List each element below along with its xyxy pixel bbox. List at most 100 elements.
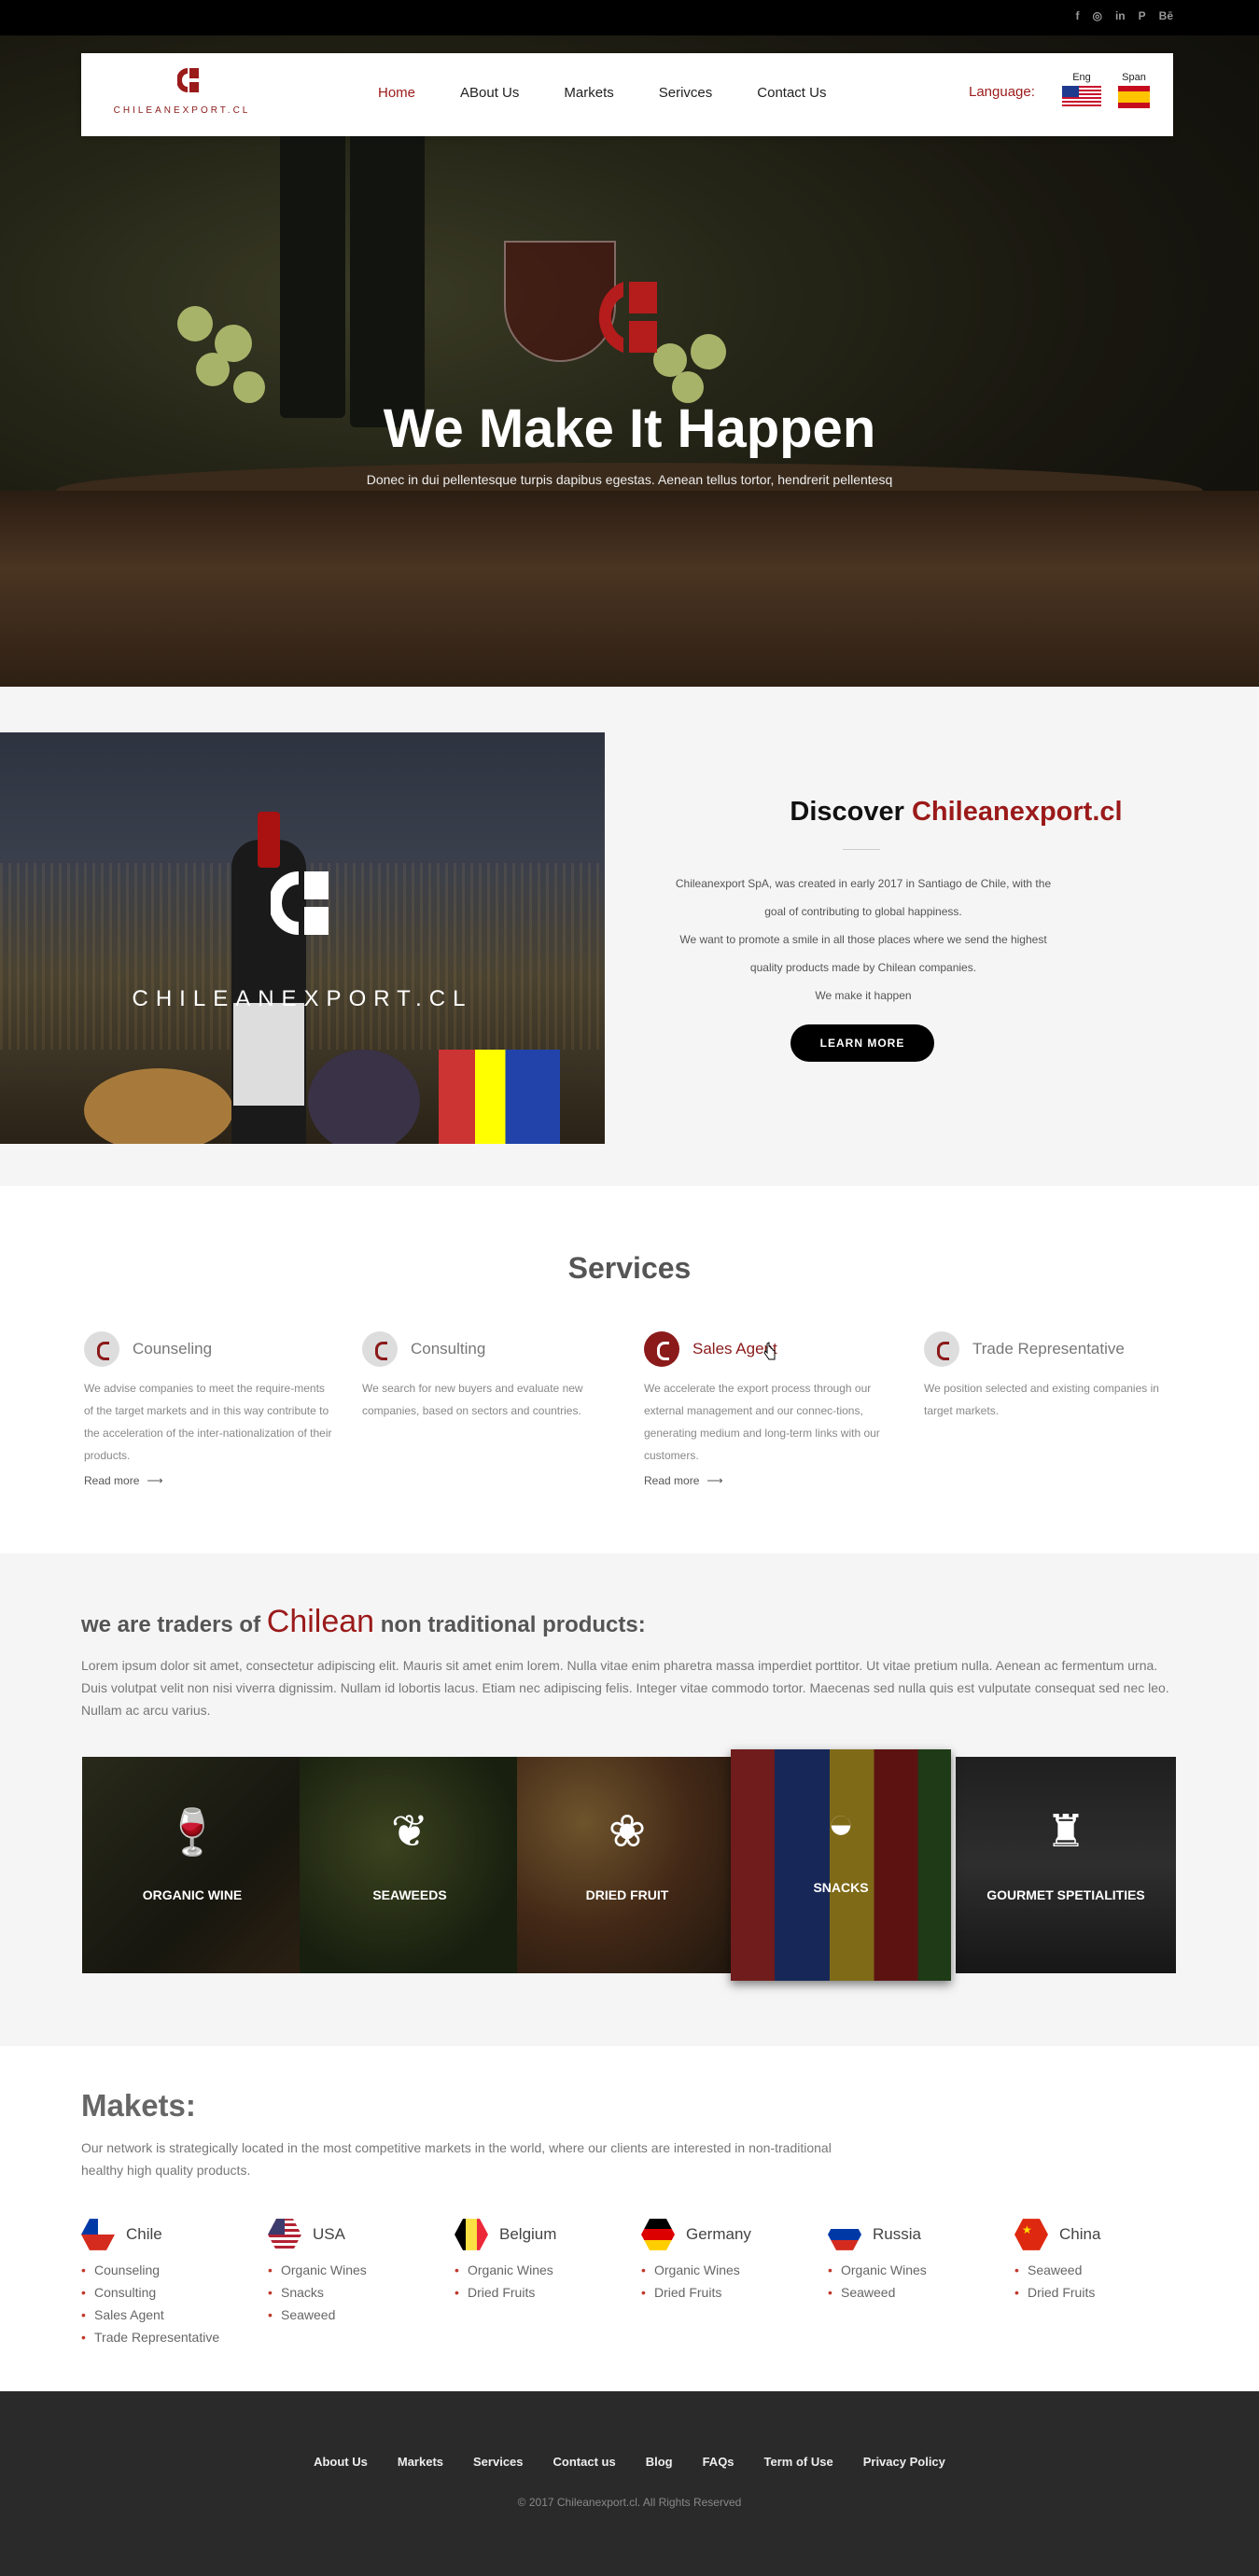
discover-title: Discover Chileanexport.cl xyxy=(653,797,1259,828)
read-more-link[interactable]: Read more ⟶ xyxy=(84,1474,336,1487)
market-item: Counseling xyxy=(81,2259,259,2281)
spain-flag-icon xyxy=(1118,86,1150,108)
hero-title: We Make It Happen xyxy=(383,398,876,459)
product-tile-gourmet[interactable]: ♜ GOURMET SPETIALITIES xyxy=(956,1757,1176,1973)
facebook-icon[interactable]: f xyxy=(1075,9,1079,22)
language-spanish-label: Span xyxy=(1122,72,1146,83)
site-logo[interactable]: CHILEANEXPORT.CL xyxy=(98,66,266,122)
service-description: We advise companies to meet the require-… xyxy=(84,1382,332,1462)
wine-icon: 🍷 xyxy=(164,1808,220,1858)
discover-line: quality products made by Chilean compani… xyxy=(749,961,977,974)
service-logo-icon xyxy=(924,1331,959,1367)
pinterest-icon[interactable]: P xyxy=(1139,9,1146,22)
market-chile: Chile Counseling Consulting Sales Agent … xyxy=(81,2216,259,2348)
nav-item-markets[interactable]: Markets xyxy=(564,85,613,101)
footer-link-about[interactable]: About Us xyxy=(314,2455,368,2469)
service-logo-icon xyxy=(644,1331,679,1367)
barrel-image xyxy=(0,491,1259,687)
footer-link-markets[interactable]: Markets xyxy=(398,2455,443,2469)
market-item: Dried Fruits xyxy=(1014,2281,1192,2304)
learn-more-button[interactable]: LEARN MORE xyxy=(790,1024,934,1062)
market-belgium: Belgium Organic Wines Dried Fruits xyxy=(455,2216,632,2304)
nav-item-services[interactable]: Serivces xyxy=(659,85,713,101)
linkedin-icon[interactable]: in xyxy=(1115,9,1126,22)
social-links: f ◎ in P Bē xyxy=(1075,9,1173,22)
footer-link-privacy[interactable]: Privacy Policy xyxy=(863,2455,945,2469)
service-description: We search for new buyers and evaluate ne… xyxy=(362,1382,583,1417)
services-title: Services xyxy=(567,1251,692,1285)
discover-line: goal of contributing to global happiness… xyxy=(764,905,962,918)
nav-item-contact[interactable]: Contact Us xyxy=(757,85,826,101)
belgium-flag-icon xyxy=(455,2219,488,2250)
service-consulting: Consulting We search for new buyers and … xyxy=(362,1330,614,1422)
market-item: Trade Representative xyxy=(81,2326,259,2348)
hero-subtitle: Donec in dui pellentesque turpis dapibus… xyxy=(366,472,893,487)
products-title: we are traders of Chilean non traditiona… xyxy=(81,1604,646,1640)
market-item: Seaweed xyxy=(1014,2259,1192,2281)
discover-title-prefix: Discover xyxy=(790,797,904,827)
market-item: Organic Wines xyxy=(828,2259,1005,2281)
service-description: We accelerate the export process through… xyxy=(644,1382,880,1462)
market-item: Sales Agent xyxy=(81,2304,259,2326)
service-counseling: Counseling We advise companies to meet t… xyxy=(84,1330,336,1487)
behance-icon[interactable]: Bē xyxy=(1159,9,1173,22)
top-bar: f ◎ in P Bē xyxy=(0,0,1259,35)
market-russia: Russia Organic Wines Seaweed xyxy=(828,2216,1005,2304)
market-item: Organic Wines xyxy=(641,2259,818,2281)
service-name[interactable]: Counseling xyxy=(133,1340,212,1358)
gourmet-bucket-icon: ♜ xyxy=(1045,1807,1086,1857)
products-section: we are traders of Chilean non traditiona… xyxy=(0,1553,1259,2046)
market-item: Dried Fruits xyxy=(641,2281,818,2304)
service-logo-icon xyxy=(84,1331,119,1367)
product-tile-snacks[interactable]: ◒ SNACKS xyxy=(731,1749,951,1981)
discover-brand-text: CHILEANEXPORT.CL xyxy=(132,986,473,1011)
market-item: Consulting xyxy=(81,2281,259,2304)
product-tile-seaweeds[interactable]: ❦ SEAWEEDS xyxy=(300,1757,520,1973)
dried-fruit-image xyxy=(84,1068,233,1144)
language-english-label: Eng xyxy=(1072,72,1091,83)
market-usa: USA Organic Wines Snacks Seaweed xyxy=(268,2216,445,2326)
footer-link-contact[interactable]: Contact us xyxy=(553,2455,616,2469)
logo-mark-icon xyxy=(598,282,657,353)
product-tile-dried-fruit[interactable]: ❀ DRIED FRUIT xyxy=(517,1757,737,1973)
germany-flag-icon xyxy=(641,2219,675,2250)
logo-mark-icon xyxy=(177,68,199,92)
product-tile-organic-wine[interactable]: 🍷 ORGANIC WINE xyxy=(82,1757,302,1973)
product-label: GOURMET SPETIALITIES xyxy=(986,1887,1145,1902)
chile-flag-icon xyxy=(81,2219,115,2250)
language-english[interactable]: Eng xyxy=(1061,72,1102,113)
footer-link-services[interactable]: Services xyxy=(473,2455,524,2469)
read-more-link[interactable]: Read more ⟶ xyxy=(644,1474,896,1487)
instagram-icon[interactable]: ◎ xyxy=(1092,9,1101,22)
product-label: SEAWEEDS xyxy=(372,1887,447,1902)
service-name[interactable]: Trade Representative xyxy=(972,1340,1125,1358)
markets-description: Our network is strategically located in … xyxy=(81,2140,832,2178)
products-description: Lorem ipsum dolor sit amet, consectetur … xyxy=(81,1658,1169,1718)
discover-title-highlight: Chileanexport.cl xyxy=(911,797,1123,827)
market-china: ★ China Seaweed Dried Fruits xyxy=(1014,2216,1192,2304)
nav-item-about[interactable]: ABout Us xyxy=(460,85,519,101)
usa-flag-icon xyxy=(268,2219,301,2250)
market-item: Snacks xyxy=(268,2281,445,2304)
footer-link-blog[interactable]: Blog xyxy=(646,2455,673,2469)
nav-item-home[interactable]: Home xyxy=(378,85,415,101)
snacks-bowl-icon: ◒ xyxy=(827,1799,855,1848)
country-name: China xyxy=(1059,2225,1101,2243)
product-label: SNACKS xyxy=(813,1880,869,1895)
discover-text: Chileanexport SpA, was created in early … xyxy=(635,870,1092,1010)
language-spanish[interactable]: Span xyxy=(1113,72,1154,113)
arrow-right-icon: ⟶ xyxy=(147,1474,163,1487)
main-nav: CHILEANEXPORT.CL Home ABout Us Markets S… xyxy=(81,53,1173,136)
language-label: Language: xyxy=(969,84,1035,100)
nav-menu: Home ABout Us Markets Serivces Contact U… xyxy=(378,85,826,101)
footer-link-terms[interactable]: Term of Use xyxy=(764,2455,833,2469)
service-description: We position selected and existing compan… xyxy=(924,1382,1159,1417)
services-section: Services Counseling We advise companies … xyxy=(0,1186,1259,1553)
product-tiles: 🍷 ORGANIC WINE ❦ SEAWEEDS ❀ DRIED FRUIT … xyxy=(82,1749,1176,1981)
country-name: Russia xyxy=(873,2225,921,2243)
country-name: Germany xyxy=(686,2225,751,2243)
copyright: © 2017 Chileanexport.cl. All Rights Rese… xyxy=(517,2496,742,2509)
footer-link-faqs[interactable]: FAQs xyxy=(703,2455,734,2469)
market-item: Dried Fruits xyxy=(455,2281,632,2304)
service-name[interactable]: Consulting xyxy=(411,1340,485,1358)
